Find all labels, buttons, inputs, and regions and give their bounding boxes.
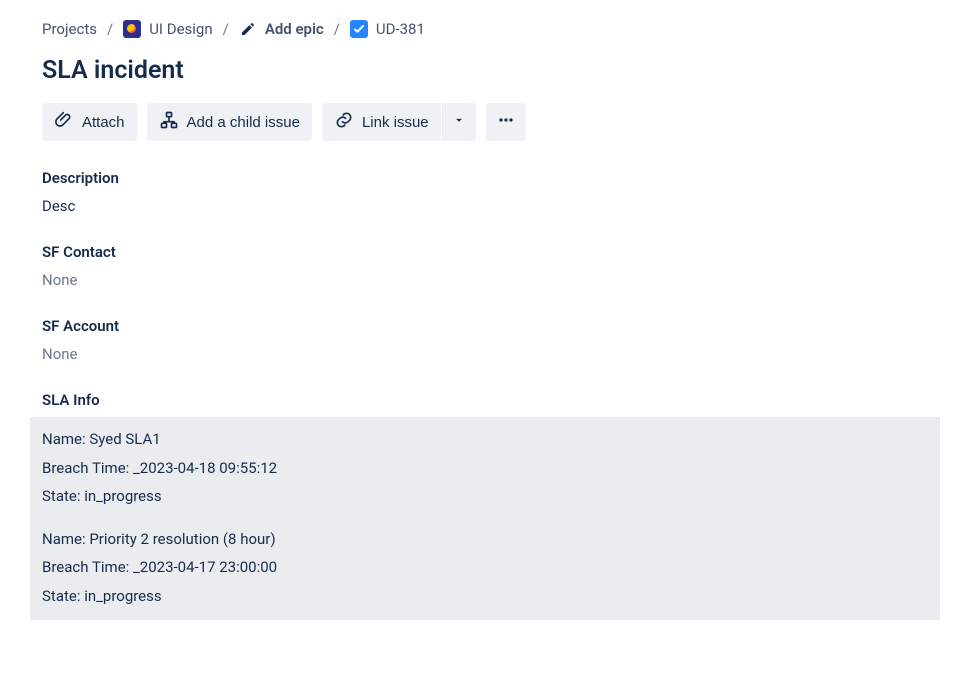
sla-breach-value: _2023-04-18 09:55:12 <box>133 459 277 477</box>
breadcrumb-separator: / <box>334 20 340 38</box>
task-icon <box>350 20 368 38</box>
breadcrumb-add-epic-label: Add epic <box>265 20 324 38</box>
description-label: Description <box>42 169 930 187</box>
add-child-label: Add a child issue <box>187 114 300 131</box>
sla-entry: Name: Syed SLA1 Breach Time: _2023-04-18… <box>42 425 928 511</box>
sf-contact-section: SF Contact None <box>42 243 930 289</box>
sla-info-panel: Name: Syed SLA1 Breach Time: _2023-04-18… <box>30 417 940 620</box>
sla-name-label: Name: <box>42 530 86 548</box>
chevron-down-icon <box>452 113 466 131</box>
sla-state-value: in_progress <box>84 587 161 605</box>
page-title: SLA incident <box>42 56 930 85</box>
paperclip-icon <box>54 110 74 134</box>
sla-name-value: Priority 2 resolution (8 hour) <box>89 530 275 548</box>
attach-button[interactable]: Attach <box>42 103 137 141</box>
sla-breach-label: Breach Time: <box>42 459 129 477</box>
link-issue-button[interactable]: Link issue <box>322 103 441 141</box>
sla-state-label: State: <box>42 487 80 505</box>
breadcrumb-project[interactable]: UI Design <box>123 20 212 38</box>
add-child-issue-button[interactable]: Add a child issue <box>147 103 312 141</box>
sla-breach-value: _2023-04-17 23:00:00 <box>133 558 277 576</box>
sf-contact-value[interactable]: None <box>42 271 930 289</box>
breadcrumb-separator: / <box>223 20 229 38</box>
breadcrumb: Projects / UI Design / Add epic / UD-381 <box>42 20 930 38</box>
breadcrumb-projects[interactable]: Projects <box>42 20 97 38</box>
more-actions-button[interactable] <box>486 103 526 141</box>
breadcrumb-separator: / <box>107 20 113 38</box>
breadcrumb-issue-label: UD-381 <box>376 20 425 38</box>
sf-account-label: SF Account <box>42 317 930 335</box>
sla-state-value: in_progress <box>84 487 161 505</box>
sla-entry: Name: Priority 2 resolution (8 hour) Bre… <box>42 525 928 611</box>
sla-state-label: State: <box>42 587 80 605</box>
description-value[interactable]: Desc <box>42 197 930 215</box>
breadcrumb-project-label: UI Design <box>149 20 212 38</box>
sla-name-label: Name: <box>42 430 86 448</box>
more-icon <box>496 110 516 134</box>
project-avatar-icon <box>123 20 141 38</box>
sla-name-value: Syed SLA1 <box>89 430 160 448</box>
issue-actions: Attach Add a child issue Link issue <box>42 103 930 141</box>
pencil-icon <box>239 20 257 38</box>
link-issue-dropdown-button[interactable] <box>442 103 476 141</box>
sf-account-section: SF Account None <box>42 317 930 363</box>
sla-breach-label: Breach Time: <box>42 558 129 576</box>
sla-info-section: SLA Info Name: Syed SLA1 Breach Time: _2… <box>30 391 940 620</box>
sf-account-value[interactable]: None <box>42 345 930 363</box>
description-section: Description Desc <box>42 169 930 215</box>
sla-info-label: SLA Info <box>30 391 940 417</box>
sf-contact-label: SF Contact <box>42 243 930 261</box>
attach-label: Attach <box>82 114 125 131</box>
link-icon <box>334 110 354 134</box>
link-issue-label: Link issue <box>362 114 429 131</box>
child-issue-icon <box>159 110 179 134</box>
breadcrumb-add-epic[interactable]: Add epic <box>239 20 324 38</box>
breadcrumb-issue[interactable]: UD-381 <box>350 20 425 38</box>
